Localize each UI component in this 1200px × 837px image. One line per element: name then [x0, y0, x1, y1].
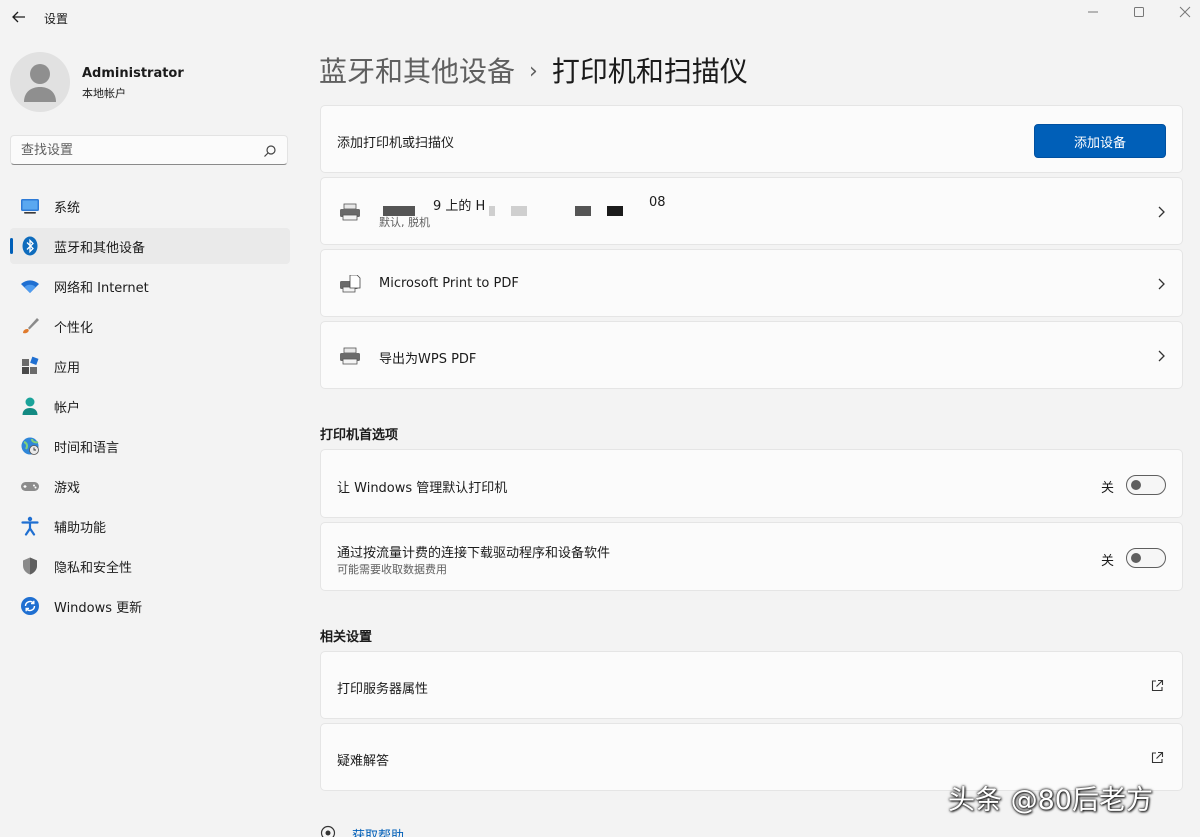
help-icon — [320, 825, 336, 837]
sidebar-item-label: 应用 — [54, 357, 80, 376]
metered-download-toggle[interactable] — [1126, 548, 1166, 568]
preference-description: 可能需要收取数据费用 — [337, 561, 447, 577]
add-printer-label: 添加打印机或扫描仪 — [337, 132, 454, 151]
sidebar-item-label: 辅助功能 — [54, 517, 106, 536]
add-printer-card: 添加打印机或扫描仪 添加设备 — [320, 105, 1183, 173]
sidebar-item-accessibility[interactable]: 辅助功能 — [10, 508, 290, 544]
manage-default-printer-toggle[interactable] — [1126, 475, 1166, 495]
sidebar-item-system[interactable]: 系统 — [10, 188, 290, 224]
toggle-state-label: 关 — [1101, 550, 1114, 569]
search-input[interactable] — [11, 136, 271, 164]
sidebar-item-label: 蓝牙和其他设备 — [54, 237, 145, 256]
gamepad-icon — [20, 476, 40, 496]
search-icon[interactable] — [263, 144, 277, 158]
printer-item[interactable]: Microsoft Print to PDF — [320, 249, 1183, 317]
update-icon — [20, 596, 40, 616]
person-icon — [10, 52, 70, 112]
sidebar-item-label: 系统 — [54, 197, 80, 216]
sidebar-item-privacy[interactable]: 隐私和安全性 — [10, 548, 290, 584]
close-button[interactable] — [1162, 2, 1200, 22]
title-bar: 设置 — [0, 0, 1200, 36]
toggle-knob — [1131, 553, 1141, 563]
printer-name: Microsoft Print to PDF — [379, 276, 519, 291]
redaction-block — [607, 206, 623, 216]
system-icon — [20, 196, 40, 216]
get-help-link[interactable]: 获取帮助 — [352, 825, 404, 837]
brush-icon — [20, 316, 40, 336]
breadcrumb-parent[interactable]: 蓝牙和其他设备 — [319, 55, 515, 88]
back-arrow-icon[interactable] — [10, 8, 28, 26]
section-title-preferences: 打印机首选项 — [320, 424, 398, 443]
preference-label: 通过按流量计费的连接下载驱动程序和设备软件 — [337, 542, 610, 561]
chevron-right-icon — [1156, 349, 1166, 363]
printer-item[interactable]: 9 上的 H 08 默认, 脱机 — [320, 177, 1183, 245]
maximize-button[interactable] — [1116, 2, 1162, 22]
sidebar-item-personalization[interactable]: 个性化 — [10, 308, 290, 344]
printer-icon — [339, 203, 361, 221]
printer-name-part: 08 — [649, 195, 666, 210]
globe-clock-icon — [20, 436, 40, 456]
sidebar-item-accounts[interactable]: 帐户 — [10, 388, 290, 424]
breadcrumb: 蓝牙和其他设备 › 打印机和扫描仪 — [319, 50, 748, 90]
related-setting-label: 打印服务器属性 — [337, 678, 428, 697]
redaction-block — [511, 206, 527, 216]
preference-label: 让 Windows 管理默认打印机 — [337, 477, 507, 496]
shield-icon — [20, 556, 40, 576]
sidebar-item-windows-update[interactable]: Windows 更新 — [10, 588, 290, 624]
wifi-icon — [20, 276, 40, 296]
printer-icon — [339, 347, 361, 365]
sidebar-item-bluetooth[interactable]: 蓝牙和其他设备 — [10, 228, 290, 264]
sidebar-item-label: 隐私和安全性 — [54, 557, 132, 576]
sidebar-item-network[interactable]: 网络和 Internet — [10, 268, 290, 304]
pdf-printer-icon — [339, 275, 361, 293]
user-profile[interactable]: Administrator 本地帐户 — [10, 52, 290, 112]
sidebar-item-gaming[interactable]: 游戏 — [10, 468, 290, 504]
printer-status: 默认, 脱机 — [379, 214, 430, 230]
external-link-icon — [1150, 751, 1164, 765]
chevron-right-icon — [1156, 205, 1166, 219]
accessibility-icon — [20, 516, 40, 536]
apps-icon — [20, 356, 40, 376]
sidebar-item-time-language[interactable]: 时间和语言 — [10, 428, 290, 464]
redaction-block — [489, 206, 495, 216]
maximize-icon — [1133, 6, 1145, 18]
account-icon — [20, 396, 40, 416]
external-link-icon — [1150, 679, 1164, 693]
sidebar-item-label: 帐户 — [54, 397, 80, 416]
toggle-knob — [1131, 480, 1141, 490]
printer-name: 导出为WPS PDF — [379, 348, 476, 367]
bluetooth-icon — [20, 236, 40, 256]
user-name: Administrator — [82, 66, 184, 81]
section-title-related: 相关设置 — [320, 626, 372, 645]
sidebar-item-label: 时间和语言 — [54, 437, 119, 456]
sidebar-item-label: Windows 更新 — [54, 597, 142, 616]
minimize-button[interactable] — [1070, 2, 1116, 22]
add-device-button[interactable]: 添加设备 — [1034, 124, 1166, 158]
sidebar-item-apps[interactable]: 应用 — [10, 348, 290, 384]
app-title: 设置 — [44, 10, 68, 27]
redaction-block — [575, 206, 591, 216]
sidebar-item-label: 网络和 Internet — [54, 277, 149, 296]
toggle-state-label: 关 — [1101, 477, 1114, 496]
sidebar-nav: 系统 蓝牙和其他设备 网络和 Internet 个性化 应用 — [10, 188, 290, 628]
close-icon — [1179, 6, 1191, 18]
preference-item: 通过按流量计费的连接下载驱动程序和设备软件 可能需要收取数据费用 关 — [320, 522, 1183, 591]
related-setting-print-server[interactable]: 打印服务器属性 — [320, 651, 1183, 719]
related-setting-label: 疑难解答 — [337, 750, 389, 769]
breadcrumb-separator-icon: › — [529, 59, 538, 84]
watermark: 头条 @80后老方 — [948, 778, 1153, 817]
page-title: 打印机和扫描仪 — [552, 55, 748, 88]
printer-name-part: 9 上的 H — [433, 195, 485, 214]
sidebar-item-label: 游戏 — [54, 477, 80, 496]
sidebar-item-label: 个性化 — [54, 317, 93, 336]
search-box[interactable] — [10, 135, 288, 165]
printer-item[interactable]: 导出为WPS PDF — [320, 321, 1183, 389]
avatar — [10, 52, 70, 112]
preference-item: 让 Windows 管理默认打印机 关 — [320, 449, 1183, 518]
chevron-right-icon — [1156, 277, 1166, 291]
account-type: 本地帐户 — [82, 85, 126, 101]
minimize-icon — [1087, 6, 1099, 18]
